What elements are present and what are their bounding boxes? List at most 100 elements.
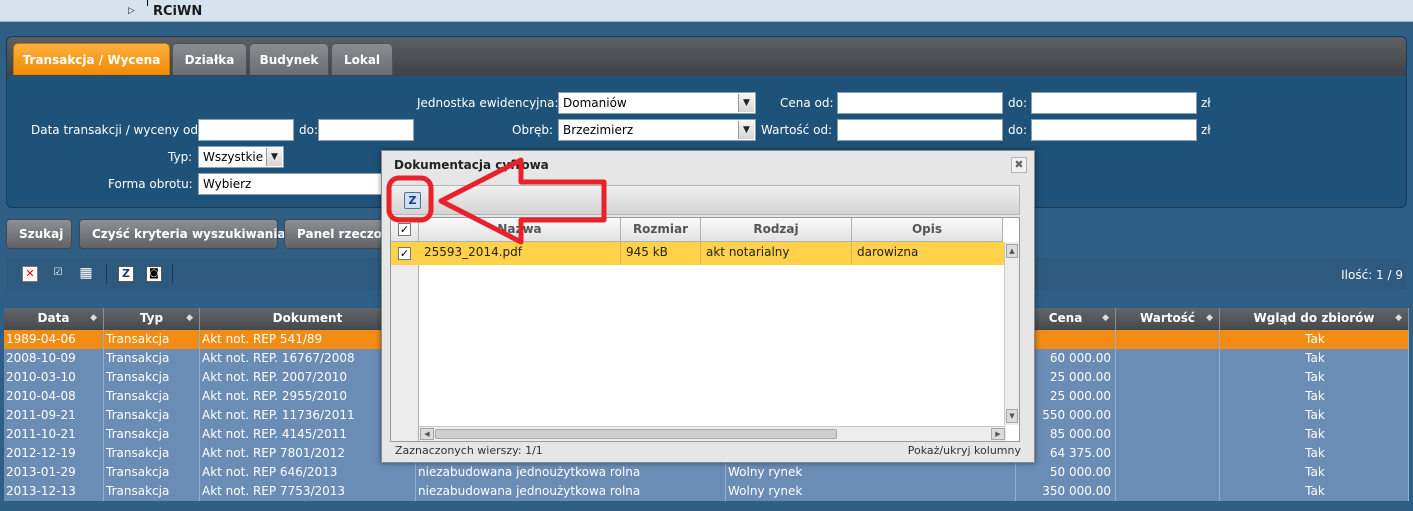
document-row[interactable]: ✓ 25593_2014.pdf 945 kB akt notarialny d… bbox=[391, 242, 1015, 265]
toggle-columns-link[interactable]: Pokaż/ukryj kolumny bbox=[908, 444, 1021, 457]
cell-data: 2012-12-19 bbox=[4, 444, 104, 463]
cell-typ: Transakcja bbox=[104, 330, 200, 349]
cell-cena: 350 000.00 bbox=[1016, 482, 1116, 501]
cell-rynek: Wolny rynek bbox=[726, 463, 1016, 482]
divider bbox=[106, 264, 107, 284]
select-all-icon[interactable]: ☑ bbox=[50, 266, 66, 282]
wartosc-od-label: Wartość od: bbox=[761, 123, 833, 137]
cell-wglad: Tak bbox=[1220, 368, 1409, 387]
col-header-nazwa[interactable]: Nazwa bbox=[419, 218, 621, 242]
dropdown-arrow-icon[interactable]: ▼ bbox=[266, 148, 282, 166]
cell-cena: 50 000.00 bbox=[1016, 463, 1116, 482]
table-row[interactable]: 2013-12-13 Transakcja Akt not. REP 7753/20… bbox=[4, 482, 1409, 501]
cena-od-label: Cena od: bbox=[780, 96, 834, 110]
cell-wglad: Tak bbox=[1220, 387, 1409, 406]
cell-data: 2011-10-21 bbox=[4, 425, 104, 444]
cell-wartosc bbox=[1116, 349, 1220, 368]
vertical-scrollbar[interactable]: ▲ ▼ bbox=[1004, 242, 1019, 425]
col-header-rozmiar[interactable]: Rozmiar bbox=[621, 218, 701, 242]
cell-wartosc bbox=[1116, 482, 1220, 501]
select-all-header[interactable]: ✓ bbox=[391, 218, 419, 242]
jednostka-value: Domaniów bbox=[563, 96, 627, 110]
cena-do-input[interactable] bbox=[1031, 92, 1197, 114]
cell-typ: Transakcja bbox=[104, 463, 200, 482]
col-header-label: Wartość bbox=[1139, 311, 1196, 325]
cell-data: 2013-12-13 bbox=[4, 482, 104, 501]
cell-data: 2011-09-21 bbox=[4, 406, 104, 425]
col-header-wartosc[interactable]: Wartość ◆ bbox=[1116, 308, 1220, 330]
col-header-label: Dokument bbox=[272, 311, 343, 325]
clear-criteria-button[interactable]: Czyść kryteria wyszukiwania bbox=[79, 219, 286, 249]
horizontal-scrollbar[interactable]: ◀ ▶ bbox=[419, 426, 1006, 441]
panel-button[interactable]: Panel rzeczoz bbox=[284, 219, 394, 249]
cell-data: 2010-03-10 bbox=[4, 368, 104, 387]
tab-budynek[interactable]: Budynek bbox=[249, 43, 329, 75]
search-button[interactable]: Szukaj bbox=[6, 219, 72, 249]
cell-typ: Transakcja bbox=[104, 387, 200, 406]
expand-triangle-icon[interactable]: ▷ bbox=[128, 6, 135, 16]
sort-icon[interactable]: ◆ bbox=[186, 308, 193, 328]
sort-icon[interactable]: ◆ bbox=[90, 308, 97, 328]
col-header-label: Typ bbox=[139, 311, 164, 325]
scroll-left-icon[interactable]: ◀ bbox=[420, 428, 434, 440]
wartosc-do-input[interactable] bbox=[1031, 119, 1197, 141]
forma-obrotu-select[interactable]: Wybierz bbox=[198, 173, 388, 195]
cell-data: 1989-04-06 bbox=[4, 330, 104, 349]
data-do-label: do: bbox=[299, 123, 319, 137]
cell-typ: Transakcja bbox=[104, 406, 200, 425]
wartosc-unit: zł bbox=[1201, 123, 1211, 137]
col-header-opis[interactable]: Opis bbox=[852, 218, 1003, 242]
select-all-checkbox[interactable]: ✓ bbox=[398, 223, 411, 236]
app-title: RCiWN bbox=[153, 4, 203, 19]
cell-wartosc bbox=[1116, 444, 1220, 463]
grid-view-icon[interactable]: ▦ bbox=[78, 266, 94, 282]
preview-document-icon[interactable]: Z bbox=[404, 192, 421, 209]
sort-icon[interactable]: ◆ bbox=[1102, 308, 1109, 328]
jednostka-select[interactable]: Domaniów ▼ bbox=[558, 92, 756, 114]
cell-dokument: Akt not. REP 7753/2013 bbox=[200, 482, 416, 501]
selected-rows-status: Zaznaczonych wierszy: 1/1 bbox=[395, 444, 543, 457]
delete-icon[interactable]: ✕ bbox=[22, 266, 38, 282]
top-bar: ▷ RCiWN bbox=[0, 0, 1413, 22]
sort-icon[interactable]: ◆ bbox=[1395, 308, 1402, 328]
cell-wglad: Tak bbox=[1220, 406, 1409, 425]
document-z-icon[interactable]: Z bbox=[118, 266, 134, 282]
scroll-down-icon[interactable]: ▼ bbox=[1006, 409, 1018, 423]
scroll-thumb[interactable] bbox=[435, 429, 837, 439]
close-icon[interactable]: ✖ bbox=[1011, 157, 1027, 173]
data-od-input[interactable] bbox=[198, 119, 294, 141]
tab-transakcja-wycena[interactable]: Transakcja / Wycena bbox=[13, 43, 170, 75]
cell-wglad: Tak bbox=[1220, 349, 1409, 368]
col-header-wglad[interactable]: Wgląd do zbiorów ◆ bbox=[1220, 308, 1409, 330]
doc-rodzaj: akt notarialny bbox=[701, 242, 852, 265]
dropdown-arrow-icon[interactable]: ▼ bbox=[738, 121, 754, 139]
data-do-input[interactable] bbox=[318, 119, 414, 141]
obreb-value: Brzezimierz bbox=[563, 123, 634, 137]
cell-wglad: Tak bbox=[1220, 330, 1409, 349]
cell-wglad: Tak bbox=[1220, 425, 1409, 444]
cena-od-input[interactable] bbox=[837, 92, 1003, 114]
scroll-right-icon[interactable]: ▶ bbox=[991, 428, 1005, 440]
cell-typ: Transakcja bbox=[104, 368, 200, 387]
tab-dzialka[interactable]: Działka bbox=[172, 43, 247, 75]
col-header-data[interactable]: Data ◆ bbox=[4, 308, 104, 330]
dropdown-arrow-icon[interactable]: ▼ bbox=[738, 94, 754, 112]
col-header-rodzaj[interactable]: Rodzaj bbox=[701, 218, 852, 242]
wartosc-od-input[interactable] bbox=[837, 119, 1003, 141]
table-row[interactable]: 2013-01-29 Transakcja Akt not. REP 646/201… bbox=[4, 463, 1409, 482]
col-header-typ[interactable]: Typ ◆ bbox=[104, 308, 200, 330]
divider bbox=[147, 0, 148, 6]
scroll-up-icon[interactable]: ▲ bbox=[1006, 244, 1018, 258]
sort-icon[interactable]: ◆ bbox=[1206, 308, 1213, 328]
cell-wglad: Tak bbox=[1220, 482, 1409, 501]
row-checkbox[interactable]: ✓ bbox=[398, 247, 411, 260]
tab-lokal[interactable]: Lokal bbox=[331, 43, 393, 75]
camera-icon[interactable]: ◙ bbox=[146, 266, 162, 282]
typ-select[interactable]: Wszystkie ▼ bbox=[198, 146, 284, 168]
doc-opis: darowizna bbox=[857, 245, 919, 259]
cell-typ: Transakcja bbox=[104, 349, 200, 368]
record-count: Ilość: 1 / 9 bbox=[1341, 268, 1403, 282]
cell-wglad: Tak bbox=[1220, 463, 1409, 482]
obreb-select[interactable]: Brzezimierz ▼ bbox=[558, 119, 756, 141]
cell-wartosc bbox=[1116, 330, 1220, 349]
